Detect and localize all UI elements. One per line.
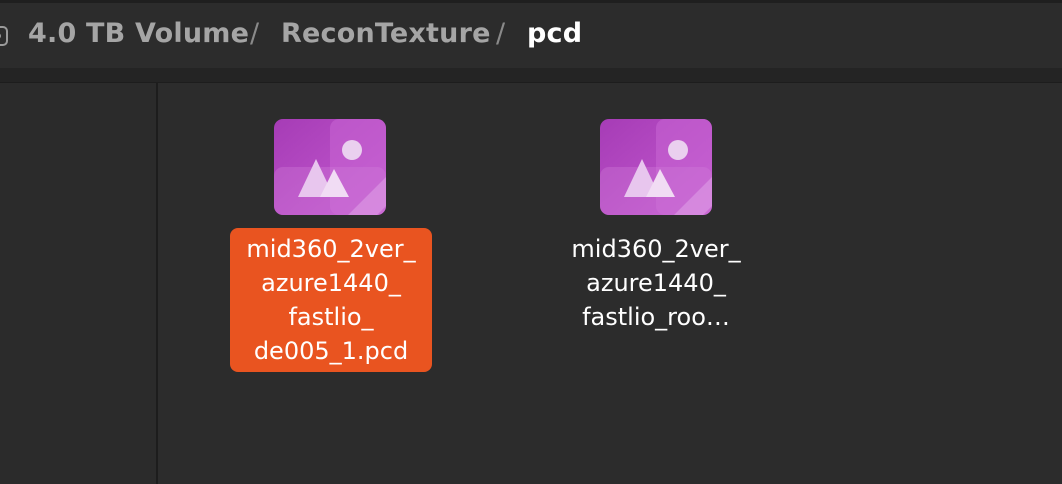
- path-bar: 4.0 TB Volume / ReconTexture / pcd: [0, 3, 1062, 70]
- toolbar-divider: [0, 68, 1062, 83]
- drive-icon[interactable]: [0, 26, 8, 46]
- image-file-icon: [600, 119, 712, 215]
- breadcrumb-pcd[interactable]: pcd: [527, 18, 582, 49]
- sidebar: [0, 83, 158, 484]
- breadcrumb-recontexture[interactable]: ReconTexture: [281, 18, 491, 49]
- breadcrumb-separator: /: [496, 18, 506, 49]
- breadcrumb-volume[interactable]: 4.0 TB Volume: [28, 18, 249, 49]
- file-name-label: mid360_2ver_ azure1440_ fastlio_roo…: [571, 235, 741, 331]
- file-name-label: mid360_2ver_ azure1440_ fastlio_ de005_1…: [230, 228, 432, 372]
- image-file-icon: [274, 119, 386, 215]
- breadcrumb-separator: /: [250, 18, 260, 49]
